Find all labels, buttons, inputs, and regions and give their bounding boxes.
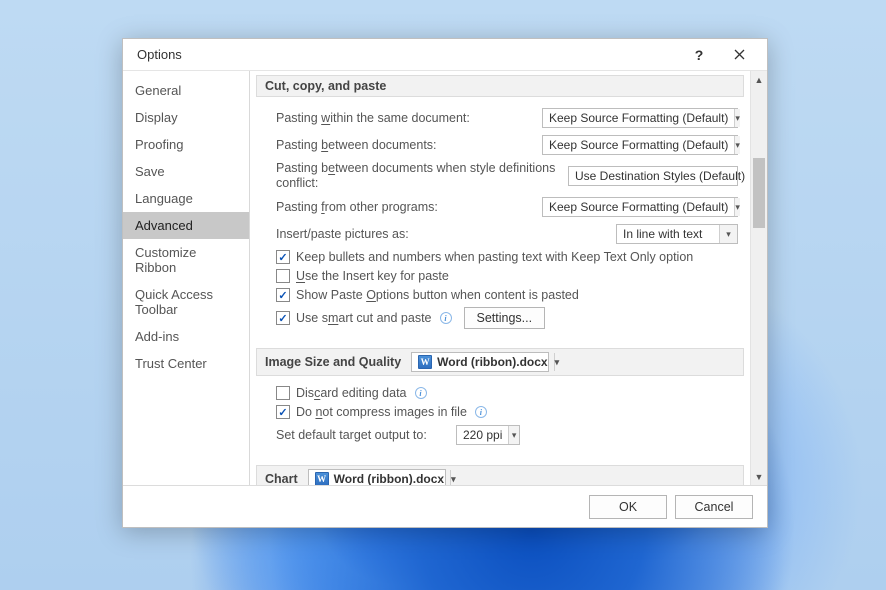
label-target-output: Set default target output to: xyxy=(276,428,456,442)
help-icon: ? xyxy=(695,47,704,63)
dropdown-paste-between[interactable]: Keep Source Formatting (Default) ▾ xyxy=(542,135,738,155)
dropdown-value: Use Destination Styles (Default) xyxy=(569,169,750,183)
cancel-button[interactable]: Cancel xyxy=(675,495,753,519)
sidebar-item-language[interactable]: Language xyxy=(123,185,249,212)
help-button[interactable]: ? xyxy=(679,39,719,71)
sidebar-item-quick-access[interactable]: Quick Access Toolbar xyxy=(123,281,249,323)
dropdown-paste-conflict[interactable]: Use Destination Styles (Default) ▾ xyxy=(568,166,738,186)
chevron-down-icon: ▾ xyxy=(508,426,519,444)
advanced-panel: Cut, copy, and paste Pasting within the … xyxy=(250,71,750,485)
dialog-footer: OK Cancel xyxy=(123,485,767,527)
section-image-quality: Image Size and Quality W Word (ribbon).do… xyxy=(256,348,744,376)
label-discard-editing: Discard editing data xyxy=(296,386,407,400)
sidebar-item-advanced[interactable]: Advanced xyxy=(123,212,249,239)
sidebar-item-proofing[interactable]: Proofing xyxy=(123,131,249,158)
close-button[interactable] xyxy=(719,39,759,71)
chevron-down-icon: ▾ xyxy=(734,109,740,127)
label-keep-bullets: Keep bullets and numbers when pasting te… xyxy=(296,250,693,264)
checkbox-discard-editing[interactable] xyxy=(276,386,290,400)
ok-button[interactable]: OK xyxy=(589,495,667,519)
dropdown-value: Keep Source Formatting (Default) xyxy=(543,200,734,214)
info-icon[interactable]: i xyxy=(440,312,452,324)
sidebar-item-save[interactable]: Save xyxy=(123,158,249,185)
chevron-down-icon: ▾ xyxy=(554,353,560,371)
label-insert-key: Use the Insert key for paste xyxy=(296,269,449,283)
word-file-icon: W xyxy=(315,472,329,485)
dropdown-paste-within[interactable]: Keep Source Formatting (Default) ▾ xyxy=(542,108,738,128)
label-smart-cut: Use smart cut and paste xyxy=(296,311,432,325)
window-title: Options xyxy=(137,47,679,62)
section-chart: Chart W Word (ribbon).docx ▾ xyxy=(256,465,744,485)
checkbox-paste-options[interactable]: ✓ xyxy=(276,288,290,302)
dropdown-paste-other[interactable]: Keep Source Formatting (Default) ▾ xyxy=(542,197,738,217)
section-title: Image Size and Quality xyxy=(265,355,401,369)
label-paste-between: Pasting between documents: xyxy=(276,138,542,152)
label-paste-other: Pasting from other programs: xyxy=(276,200,542,214)
info-icon[interactable]: i xyxy=(415,387,427,399)
smart-cut-settings-button[interactable]: Settings... xyxy=(464,307,546,329)
dropdown-chart-file[interactable]: WWord (ribbon).docx ▾ xyxy=(308,469,446,485)
dropdown-image-quality-file[interactable]: WWord (ribbon).docx ▾ xyxy=(411,352,549,372)
close-icon xyxy=(734,49,745,60)
chevron-down-icon: ▾ xyxy=(450,470,456,485)
dropdown-target-output[interactable]: 220 ppi ▾ xyxy=(456,425,520,445)
chevron-down-icon: ▾ xyxy=(734,136,740,154)
dropdown-value: Keep Source Formatting (Default) xyxy=(543,138,734,152)
checkbox-insert-key[interactable] xyxy=(276,269,290,283)
vertical-scrollbar[interactable]: ▲ ▼ xyxy=(750,71,767,485)
dropdown-value: Keep Source Formatting (Default) xyxy=(543,111,734,125)
label-insert-pictures: Insert/paste pictures as: xyxy=(276,227,616,241)
category-sidebar: General Display Proofing Save Language A… xyxy=(123,71,250,485)
scroll-track[interactable] xyxy=(751,88,767,468)
sidebar-item-general[interactable]: General xyxy=(123,77,249,104)
section-cut-copy-paste: Cut, copy, and paste xyxy=(256,75,744,97)
scroll-down-button[interactable]: ▼ xyxy=(751,468,767,485)
label-no-compress: Do not compress images in file xyxy=(296,405,467,419)
section-title: Chart xyxy=(265,472,298,485)
info-icon[interactable]: i xyxy=(475,406,487,418)
scroll-up-button[interactable]: ▲ xyxy=(751,71,767,88)
chevron-down-icon: ▾ xyxy=(719,225,737,243)
sidebar-item-addins[interactable]: Add-ins xyxy=(123,323,249,350)
options-dialog: Options ? General Display Proofing Save … xyxy=(122,38,768,528)
scroll-thumb[interactable] xyxy=(753,158,765,228)
dropdown-value: 220 ppi xyxy=(457,428,508,442)
chevron-down-icon: ▾ xyxy=(734,198,740,216)
checkbox-keep-bullets[interactable]: ✓ xyxy=(276,250,290,264)
sidebar-item-display[interactable]: Display xyxy=(123,104,249,131)
dropdown-value: Word (ribbon).docx xyxy=(334,472,444,485)
dropdown-insert-pictures[interactable]: In line with text ▾ xyxy=(616,224,738,244)
sidebar-item-trust-center[interactable]: Trust Center xyxy=(123,350,249,377)
sidebar-item-customize-ribbon[interactable]: Customize Ribbon xyxy=(123,239,249,281)
label-paste-options: Show Paste Options button when content i… xyxy=(296,288,579,302)
label-paste-conflict: Pasting between documents when style def… xyxy=(276,161,568,191)
label-paste-within: Pasting within the same document: xyxy=(276,111,542,125)
checkbox-smart-cut[interactable]: ✓ xyxy=(276,311,290,325)
titlebar: Options ? xyxy=(123,39,767,71)
checkbox-no-compress[interactable]: ✓ xyxy=(276,405,290,419)
word-file-icon: W xyxy=(418,355,432,369)
dropdown-value: In line with text xyxy=(617,227,708,241)
section-title: Cut, copy, and paste xyxy=(265,79,386,93)
dropdown-value: Word (ribbon).docx xyxy=(437,355,547,369)
